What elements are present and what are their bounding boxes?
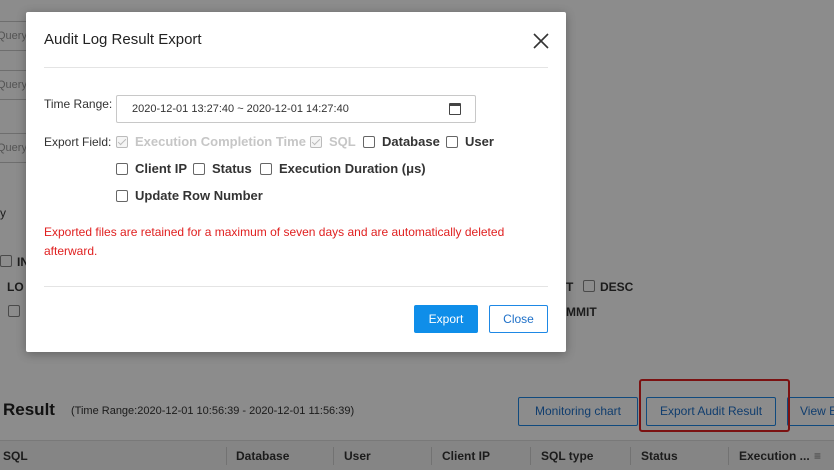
option-label: User: [465, 134, 494, 149]
checkbox-execution-completion-time: [116, 135, 128, 148]
checkbox-client-ip[interactable]: [116, 162, 128, 175]
field-option-database[interactable]: Database: [363, 134, 440, 149]
option-label: Execution Duration (μs): [279, 161, 426, 176]
close-button[interactable]: Close: [489, 305, 548, 333]
field-option-execution-completion-time[interactable]: Execution Completion Time: [116, 134, 306, 149]
checkbox-sql: [310, 135, 322, 148]
checkbox-execution-duration[interactable]: [260, 162, 272, 175]
export-button[interactable]: Export: [414, 305, 478, 333]
footer-divider: [44, 286, 548, 287]
time-range-label: Time Range:: [44, 97, 113, 111]
field-option-client-ip[interactable]: Client IP: [116, 161, 187, 176]
field-option-execution-duration[interactable]: Execution Duration (μs): [260, 161, 426, 176]
calendar-icon[interactable]: [449, 103, 461, 115]
option-label: Client IP: [135, 161, 188, 176]
retention-warning: Exported files are retained for a maximu…: [44, 225, 505, 258]
option-label: SQL: [329, 134, 356, 149]
option-label: Update Row Number: [135, 188, 263, 203]
field-option-sql[interactable]: SQL: [310, 134, 356, 149]
time-range-picker[interactable]: 2020-12-01 13:27:40 ~ 2020-12-01 14:27:4…: [116, 95, 476, 123]
option-label: Execution Completion Time: [135, 134, 306, 149]
export-dialog: Audit Log Result Export Time Range: 2020…: [26, 12, 566, 352]
field-option-status[interactable]: Status: [193, 161, 252, 176]
option-label: Database: [382, 134, 440, 149]
checkbox-update-row-number[interactable]: [116, 189, 128, 202]
export-field-label: Export Field:: [44, 135, 112, 149]
field-option-update-row-number[interactable]: Update Row Number: [116, 188, 263, 203]
option-label: Status: [212, 161, 252, 176]
checkbox-status[interactable]: [193, 162, 205, 175]
dialog-title: Audit Log Result Export: [44, 31, 202, 48]
field-option-user[interactable]: User: [446, 134, 494, 149]
time-range-value: 2020-12-01 13:27:40 ~ 2020-12-01 14:27:4…: [132, 103, 349, 115]
header-divider: [44, 67, 548, 68]
checkbox-user[interactable]: [446, 135, 458, 148]
checkbox-database[interactable]: [363, 135, 375, 148]
close-icon[interactable]: [530, 30, 552, 52]
